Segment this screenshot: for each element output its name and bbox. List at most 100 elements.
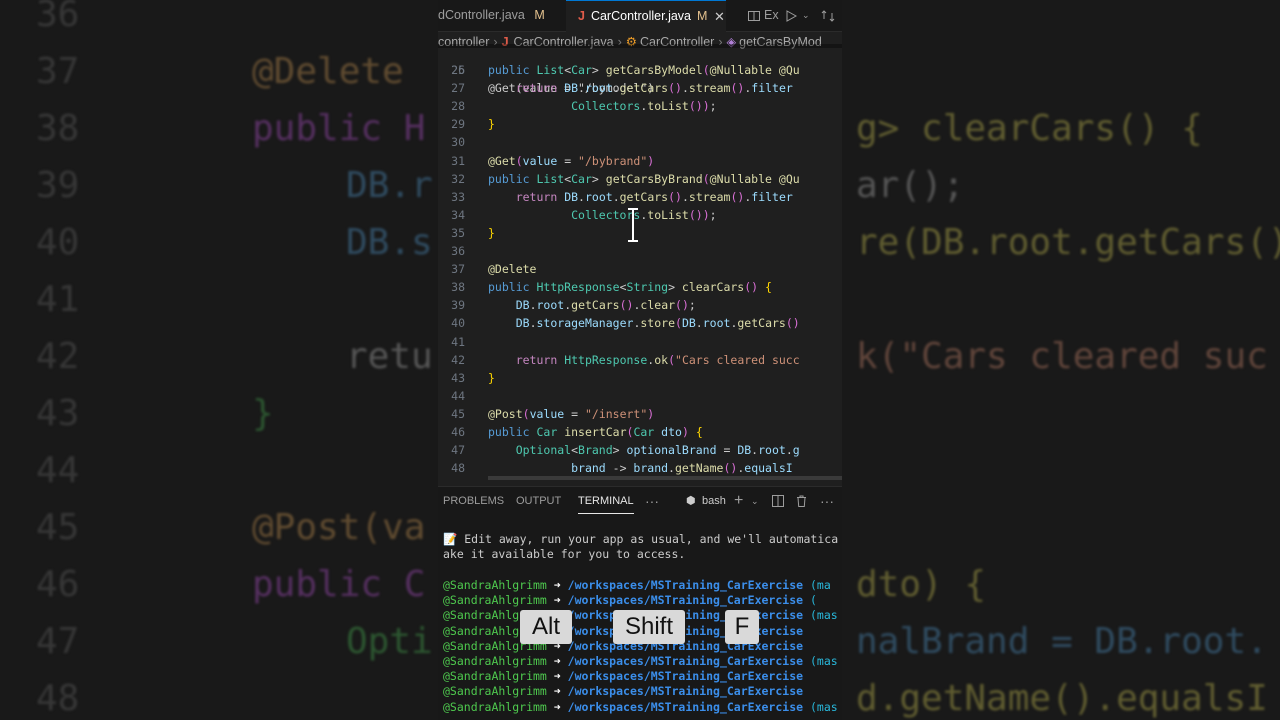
code-text: @Delete [488, 262, 537, 277]
code-text: @Get(value = "/bybrand") [488, 153, 655, 168]
line-number: 46 [451, 425, 465, 439]
tab-output[interactable]: OUTPUT [516, 487, 561, 515]
terminal-branch: (mas [803, 608, 838, 623]
line-number: 44 [451, 388, 465, 403]
terminal-user: @SandraAhlgrimm [443, 684, 547, 699]
modified-indicator: M [534, 8, 545, 22]
line-number: 34 [451, 207, 465, 222]
code-line: 36 [438, 242, 842, 260]
code-text: } [488, 370, 495, 385]
terminal-arrow-icon: ➜ [546, 593, 568, 608]
terminal-path: /workspaces/MSTraining_CarExercise [567, 608, 804, 623]
tab-terminal[interactable]: TERMINAL [578, 487, 634, 514]
code-line: 45 @Post(value = "/insert") [438, 405, 842, 423]
terminal-path: /workspaces/MSTraining_CarExercise [567, 593, 804, 608]
tab-carcontroller[interactable]: J CarController.java M ✕ [566, 0, 726, 32]
code-line: 43} [438, 369, 842, 387]
code-text: DB.storageManager.store(DB.root.getCars(… [515, 316, 800, 331]
compare-icon[interactable] [821, 0, 835, 31]
terminal-arrow-icon: ➜ [546, 654, 568, 668]
line-number: 30 [451, 135, 465, 150]
terminal-prompt-line: @SandraAhlgrimm ➜ /workspaces/MSTraining… [443, 669, 803, 684]
code-line: 48 brand -> brand.getName().equalsI [438, 459, 842, 477]
keystroke-alt: Alt [520, 610, 572, 644]
terminal-user: @SandraAhlgrimm [443, 593, 547, 608]
code-text: Collectors.toList()); [571, 99, 717, 114]
line-number: 36 [451, 244, 465, 258]
terminal-user: @SandraAhlgrimm [443, 654, 547, 668]
editor-scroll-shadow [438, 44, 842, 48]
code-line: 33 return DB.root.getCars().stream().fil… [438, 188, 842, 206]
terminal-prompt-line: @SandraAhlgrimm ➜ /workspaces/MSTraining… [443, 700, 838, 715]
terminal-line: 📝 Edit away, run your app as usual, and … [443, 532, 839, 546]
line-number: 32 [451, 171, 465, 186]
code-line: 39 DB.root.getCars().clear(); [438, 296, 842, 314]
terminal-prompt-line: @SandraAhlgrimm ➜ /workspaces/MSTraining… [443, 654, 838, 669]
modified-indicator: M [697, 9, 708, 23]
more-icon[interactable]: ··· [820, 487, 834, 515]
tab-dcontroller[interactable]: dController.java M [438, 0, 558, 31]
terminal-path: /workspaces/MSTraining_CarExercise [567, 669, 804, 684]
code-line: 31 @Get(value = "/bybrand") [438, 152, 842, 170]
code-text: @Post(value = "/insert") [488, 406, 655, 421]
code-line: 35} [438, 224, 842, 242]
split-editor-icon[interactable] [748, 0, 760, 31]
keystroke-shift: Shift [613, 610, 685, 644]
terminal-user: @SandraAhlgrimm [443, 699, 547, 714]
code-line: 38 public HttpResponse<String> clearCars(… [438, 278, 842, 296]
line-number: 48 [451, 461, 465, 476]
terminal-shell-icon: ⬢ [686, 495, 696, 507]
tab-label: CarController.java [590, 9, 691, 23]
line-number: 28 [451, 99, 465, 114]
more-icon[interactable]: ··· [645, 487, 659, 515]
run-icon[interactable] [786, 0, 798, 31]
split-terminal-icon[interactable] [772, 487, 784, 515]
code-text: Collectors.toList()); [571, 207, 717, 222]
tab-label: dController.java [438, 8, 525, 22]
code-line: 44 [438, 387, 842, 405]
terminal-shell-label[interactable]: bash [702, 487, 726, 515]
code-line: 47 Optional<Brand> optionalBrand = DB.ro… [438, 441, 842, 459]
line-number: 47 [451, 443, 465, 458]
code-text: return DB.root.getCars().stream().filter [515, 81, 793, 96]
close-icon[interactable]: ✕ [714, 1, 725, 32]
code-text: } [488, 225, 495, 240]
code-line: 28 Collectors.toList()); [438, 97, 842, 115]
code-text: DB.root.getCars().clear(); [515, 298, 696, 313]
code-text: } [488, 117, 495, 132]
panel-tab-bar: PROBLEMS OUTPUT TERMINAL ··· ⬢ bash + ⌄ … [438, 486, 842, 515]
code-line: 30 [438, 133, 842, 151]
terminal-path: /workspaces/MSTraining_CarExercise [567, 684, 804, 699]
horizontal-scrollbar[interactable] [488, 476, 842, 480]
code-text: public HttpResponse<String> clearCars() … [488, 280, 772, 295]
add-terminal-icon[interactable]: + [734, 487, 743, 515]
explorer-label[interactable]: Ex [764, 0, 779, 31]
code-text: brand -> brand.getName().equalsI [571, 461, 793, 476]
code-line: 32 public List<Car> getCarsByBrand(@Nulla… [438, 170, 842, 188]
code-text: public List<Car> getCarsByModel(@Nullabl… [488, 63, 800, 77]
terminal-arrow-icon: ➜ [546, 669, 568, 684]
terminal-path: /workspaces/MSTraining_CarExercise [567, 623, 804, 638]
chevron-down-icon[interactable]: ⌄ [802, 0, 810, 31]
terminal-arrow-icon: ➜ [546, 684, 568, 699]
keystroke-f: F [725, 610, 759, 644]
code-text: Optional<Brand> optionalBrand = DB.root.… [515, 443, 800, 458]
code-text: public List<Car> getCarsByBrand(@Nullabl… [488, 171, 800, 186]
java-file-icon: J [578, 9, 585, 23]
terminal-branch: (mas [803, 654, 838, 668]
trash-icon[interactable] [796, 487, 807, 515]
code-line: 26 public List<Car> getCarsByModel(@Nulla… [438, 61, 842, 79]
chevron-down-icon[interactable]: ⌄ [751, 487, 759, 515]
line-number: 40 [451, 316, 465, 331]
line-number: 37 [451, 262, 465, 277]
terminal-path: /workspaces/MSTraining_CarExercise [567, 638, 804, 653]
tab-problems[interactable]: PROBLEMS [443, 487, 504, 515]
line-number: 39 [451, 298, 465, 313]
line-number: 27 [451, 81, 465, 96]
terminal-user: @SandraAhlgrimm [443, 669, 547, 684]
terminal-prompt-line: @SandraAhlgrimm ➜ /workspaces/MSTraining… [443, 593, 817, 608]
code-line: 41 [438, 333, 842, 351]
terminal-path: /workspaces/MSTraining_CarExercise [567, 654, 804, 668]
code-editor[interactable]: 25 @Get(value = "/bymodel") 26 public Lis… [438, 44, 842, 482]
line-number: 38 [451, 280, 465, 295]
